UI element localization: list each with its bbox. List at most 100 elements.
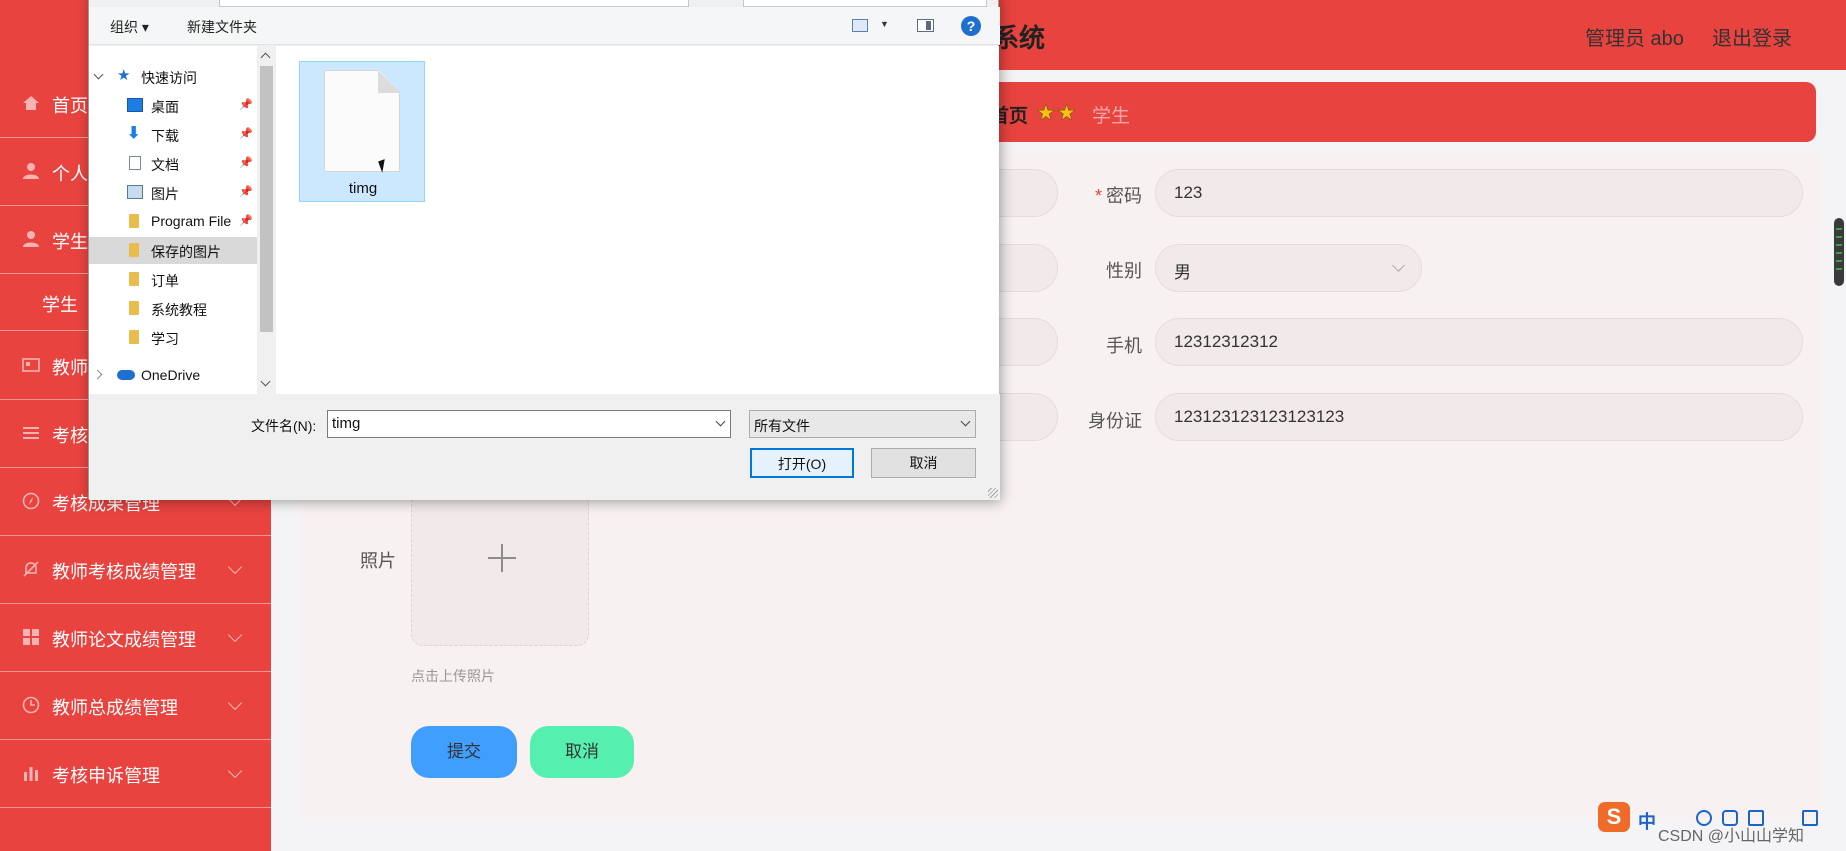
view-mode-icon[interactable] [852, 19, 868, 32]
tree-item-quick-access[interactable]: ★ 快速访问 [89, 63, 257, 90]
system-title: 系统 [993, 24, 1046, 54]
tree-item-orders[interactable]: 订单 [89, 266, 257, 293]
logout-button[interactable]: 退出登录 [1712, 22, 1792, 51]
sidebar-item-total-scores[interactable]: 教师总成绩管理 [0, 672, 271, 740]
file-item-timg[interactable]: timg [299, 61, 425, 202]
tree-item-label: 学习 [151, 331, 179, 347]
star-icon: ★ [117, 67, 131, 84]
id-card-label: 身份证 [1088, 411, 1142, 431]
tree-item-study[interactable]: 学习 [89, 324, 257, 351]
folder-icon [129, 243, 139, 257]
compass-icon [22, 492, 40, 510]
sidebar-item-label: 考核申诉管理 [52, 766, 160, 786]
tree-scrollbar[interactable] [257, 46, 276, 394]
id-card-field[interactable]: 123123123123123123 [1155, 393, 1803, 441]
tree-item-label: 下载 [151, 128, 179, 144]
dialog-search-input[interactable] [743, 0, 987, 7]
sidebar-item-appeals[interactable]: 考核申诉管理 [0, 740, 271, 808]
filename-input[interactable]: timg [327, 410, 731, 438]
sidebar-item-paper-scores[interactable]: 教师论文成绩管理 [0, 604, 271, 672]
filetype-value: 所有文件 [754, 418, 810, 434]
view-dropdown-icon[interactable]: ▼ [880, 19, 889, 29]
admin-user-label: 管理员 abo [1585, 28, 1684, 50]
id-card-icon [22, 358, 40, 372]
open-button[interactable]: 打开(O) [750, 448, 854, 478]
sidebar-item-label: 首页 [52, 96, 88, 116]
tree-item-label: 图片 [151, 186, 179, 202]
folder-icon [129, 301, 139, 315]
tree-item-label: 桌面 [151, 99, 179, 115]
filetype-select[interactable]: 所有文件 [749, 410, 976, 438]
bell-icon [23, 561, 39, 577]
new-folder-button[interactable]: 新建文件夹 [187, 17, 257, 37]
tree-item-label: Program File [151, 213, 232, 229]
sidebar-item-label: 教师 [52, 358, 88, 378]
tree-item-program-files[interactable]: Program File 📌 [89, 208, 257, 235]
pin-icon[interactable]: 📌 [239, 127, 253, 140]
scroll-up-icon[interactable] [260, 52, 271, 63]
organize-menu[interactable]: 组织 ▾ [110, 17, 149, 37]
pin-icon[interactable]: 📌 [239, 185, 253, 198]
chevron-down-icon [93, 69, 104, 80]
page-scrollbar[interactable] [1834, 218, 1844, 286]
dialog-footer: 文件名(N): timg 所有文件 打开(O) 取消 [89, 394, 1000, 500]
phone-label: 手机 [1106, 336, 1142, 356]
photo-label: 照片 [360, 551, 396, 571]
sidebar-item-label: 学生 [52, 232, 88, 252]
tree-item-desktop[interactable]: 桌面 📌 [89, 92, 257, 119]
user-icon [23, 163, 39, 179]
tree-item-label: 系统教程 [151, 302, 207, 318]
file-open-dialog: 组织 ▾ 新建文件夹 ▼ ? ★ 快速访问 桌面 📌 ⬇ 下载 📌 文档 📌 图… [88, 0, 1000, 500]
dialog-toolbar: 组织 ▾ 新建文件夹 ▼ ? [89, 7, 1000, 45]
tree-item-downloads[interactable]: ⬇ 下载 📌 [89, 121, 257, 148]
sidebar-subitem-label: 学生 [42, 295, 78, 315]
preview-pane-icon[interactable] [917, 19, 934, 32]
navigation-pane: ★ 快速访问 桌面 📌 ⬇ 下载 📌 文档 📌 图片 📌 Program Fil… [89, 46, 276, 394]
pin-icon[interactable]: 📌 [239, 98, 253, 111]
sidebar-item-teacher-scores[interactable]: 教师考核成绩管理 [0, 536, 271, 604]
chevron-down-icon [1392, 259, 1405, 272]
tree-item-saved-pictures[interactable]: 保存的图片 [89, 237, 257, 264]
help-icon[interactable]: ? [961, 16, 981, 36]
cloud-icon [117, 370, 135, 380]
chevron-down-icon[interactable] [715, 416, 726, 427]
pin-icon[interactable]: 📌 [239, 214, 253, 227]
user-icon [23, 231, 39, 247]
cancel-button[interactable]: 取消 [530, 726, 634, 778]
password-field[interactable]: 123 [1155, 169, 1803, 217]
desktop-icon [127, 98, 143, 112]
tree-item-documents[interactable]: 文档 📌 [89, 150, 257, 177]
tree-item-onedrive[interactable]: OneDrive [89, 362, 257, 389]
tree-item-pictures[interactable]: 图片 📌 [89, 179, 257, 206]
submit-button[interactable]: 提交 [411, 726, 517, 778]
chevron-down-icon [227, 627, 243, 643]
tree-item-tutorials[interactable]: 系统教程 [89, 295, 257, 322]
tree-item-label: 保存的图片 [151, 244, 221, 260]
home-icon [23, 96, 39, 110]
chevron-down-icon [960, 416, 971, 427]
chevron-down-icon [227, 763, 243, 779]
toolbox-icon[interactable] [1802, 810, 1818, 826]
dialog-cancel-button[interactable]: 取消 [871, 448, 976, 478]
sogou-logo-icon[interactable]: S [1598, 802, 1630, 832]
gender-select[interactable]: 男 [1155, 244, 1422, 292]
upload-hint: 点击上传照片 [411, 668, 495, 684]
list-icon [23, 427, 39, 439]
ime-mode-toggle[interactable]: 中 [1638, 808, 1656, 834]
grid-icon [23, 629, 39, 645]
resize-grip-icon[interactable] [988, 488, 998, 498]
sidebar-item-label: 教师考核成绩管理 [52, 562, 196, 582]
chevron-right-icon [92, 369, 103, 380]
phone-field[interactable]: 12312312312 [1155, 318, 1803, 366]
address-bar[interactable] [219, 0, 689, 7]
gender-label: 性别 [1106, 261, 1142, 281]
folder-tree: ★ 快速访问 桌面 📌 ⬇ 下载 📌 文档 📌 图片 📌 Program Fil… [89, 46, 257, 394]
star-separator-icon: ★★ [1036, 100, 1078, 126]
filename-value: timg [332, 415, 361, 432]
clock-icon [22, 696, 40, 714]
scroll-down-icon[interactable] [260, 376, 271, 387]
sidebar-item-label: 教师总成绩管理 [52, 698, 178, 718]
pin-icon[interactable]: 📌 [239, 156, 253, 169]
document-icon [129, 156, 141, 170]
sidebar-item-label: 教师论文成绩管理 [52, 630, 196, 650]
